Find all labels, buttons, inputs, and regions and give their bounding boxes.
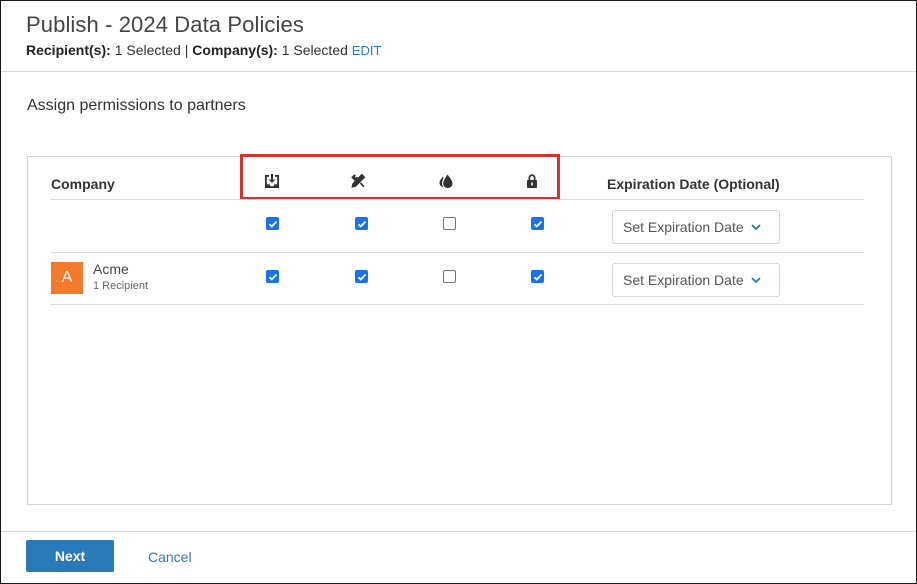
row-divider [51, 304, 864, 305]
download-icon [263, 172, 281, 190]
chevron-down-icon [751, 277, 761, 284]
expiration-placeholder: Set Expiration Date [623, 272, 744, 288]
permissions-panel: Company Expiration Date (Optional) Set E… [27, 154, 892, 505]
next-button[interactable]: Next [26, 540, 114, 572]
dialog-title: Publish - 2024 Data Policies [26, 12, 304, 37]
companies-label: Company(s): [192, 42, 278, 58]
select-all-expiration-dropdown[interactable]: Set Expiration Date [612, 210, 780, 244]
watermark-drop-icon [437, 172, 455, 190]
lock-icon [523, 172, 541, 190]
publish-dialog: Publish - 2024 Data Policies Recipient(s… [0, 0, 917, 584]
select-all-edit-checkbox[interactable] [355, 217, 368, 230]
acme-expiration-dropdown[interactable]: Set Expiration Date [612, 263, 780, 297]
acme-watermark-checkbox[interactable] [443, 270, 456, 283]
dialog-header: Publish - 2024 Data Policies Recipient(s… [1, 1, 916, 72]
select-all-download-checkbox[interactable] [266, 217, 279, 230]
company-recipient-count: 1 Recipient [93, 280, 149, 292]
edit-pencil-icon [349, 172, 367, 190]
section-heading: Assign permissions to partners [27, 97, 246, 114]
summary-separator: | [184, 42, 189, 58]
recipients-label: Recipient(s): [26, 42, 111, 58]
company-column-header: Company [51, 176, 115, 192]
company-avatar: A [51, 262, 83, 294]
acme-edit-checkbox[interactable] [355, 270, 368, 283]
select-all-watermark-checkbox[interactable] [443, 217, 456, 230]
acme-lock-checkbox[interactable] [531, 270, 544, 283]
row-divider [51, 252, 864, 253]
company-name: Acme [93, 261, 129, 277]
chevron-down-icon [751, 224, 761, 231]
permission-icons-highlight [240, 154, 560, 200]
edit-link[interactable]: EDIT [352, 43, 382, 58]
dialog-footer: Next Cancel [1, 531, 916, 583]
cancel-button[interactable]: Cancel [148, 549, 192, 565]
companies-value: 1 Selected [281, 42, 348, 58]
header-divider [51, 199, 864, 200]
select-all-lock-checkbox[interactable] [531, 217, 544, 230]
acme-download-checkbox[interactable] [266, 270, 279, 283]
expiration-column-header: Expiration Date (Optional) [607, 176, 780, 192]
expiration-placeholder: Set Expiration Date [623, 219, 744, 235]
selection-summary: Recipient(s): 1 Selected | Company(s): 1… [26, 42, 381, 58]
recipients-value: 1 Selected [114, 42, 181, 58]
